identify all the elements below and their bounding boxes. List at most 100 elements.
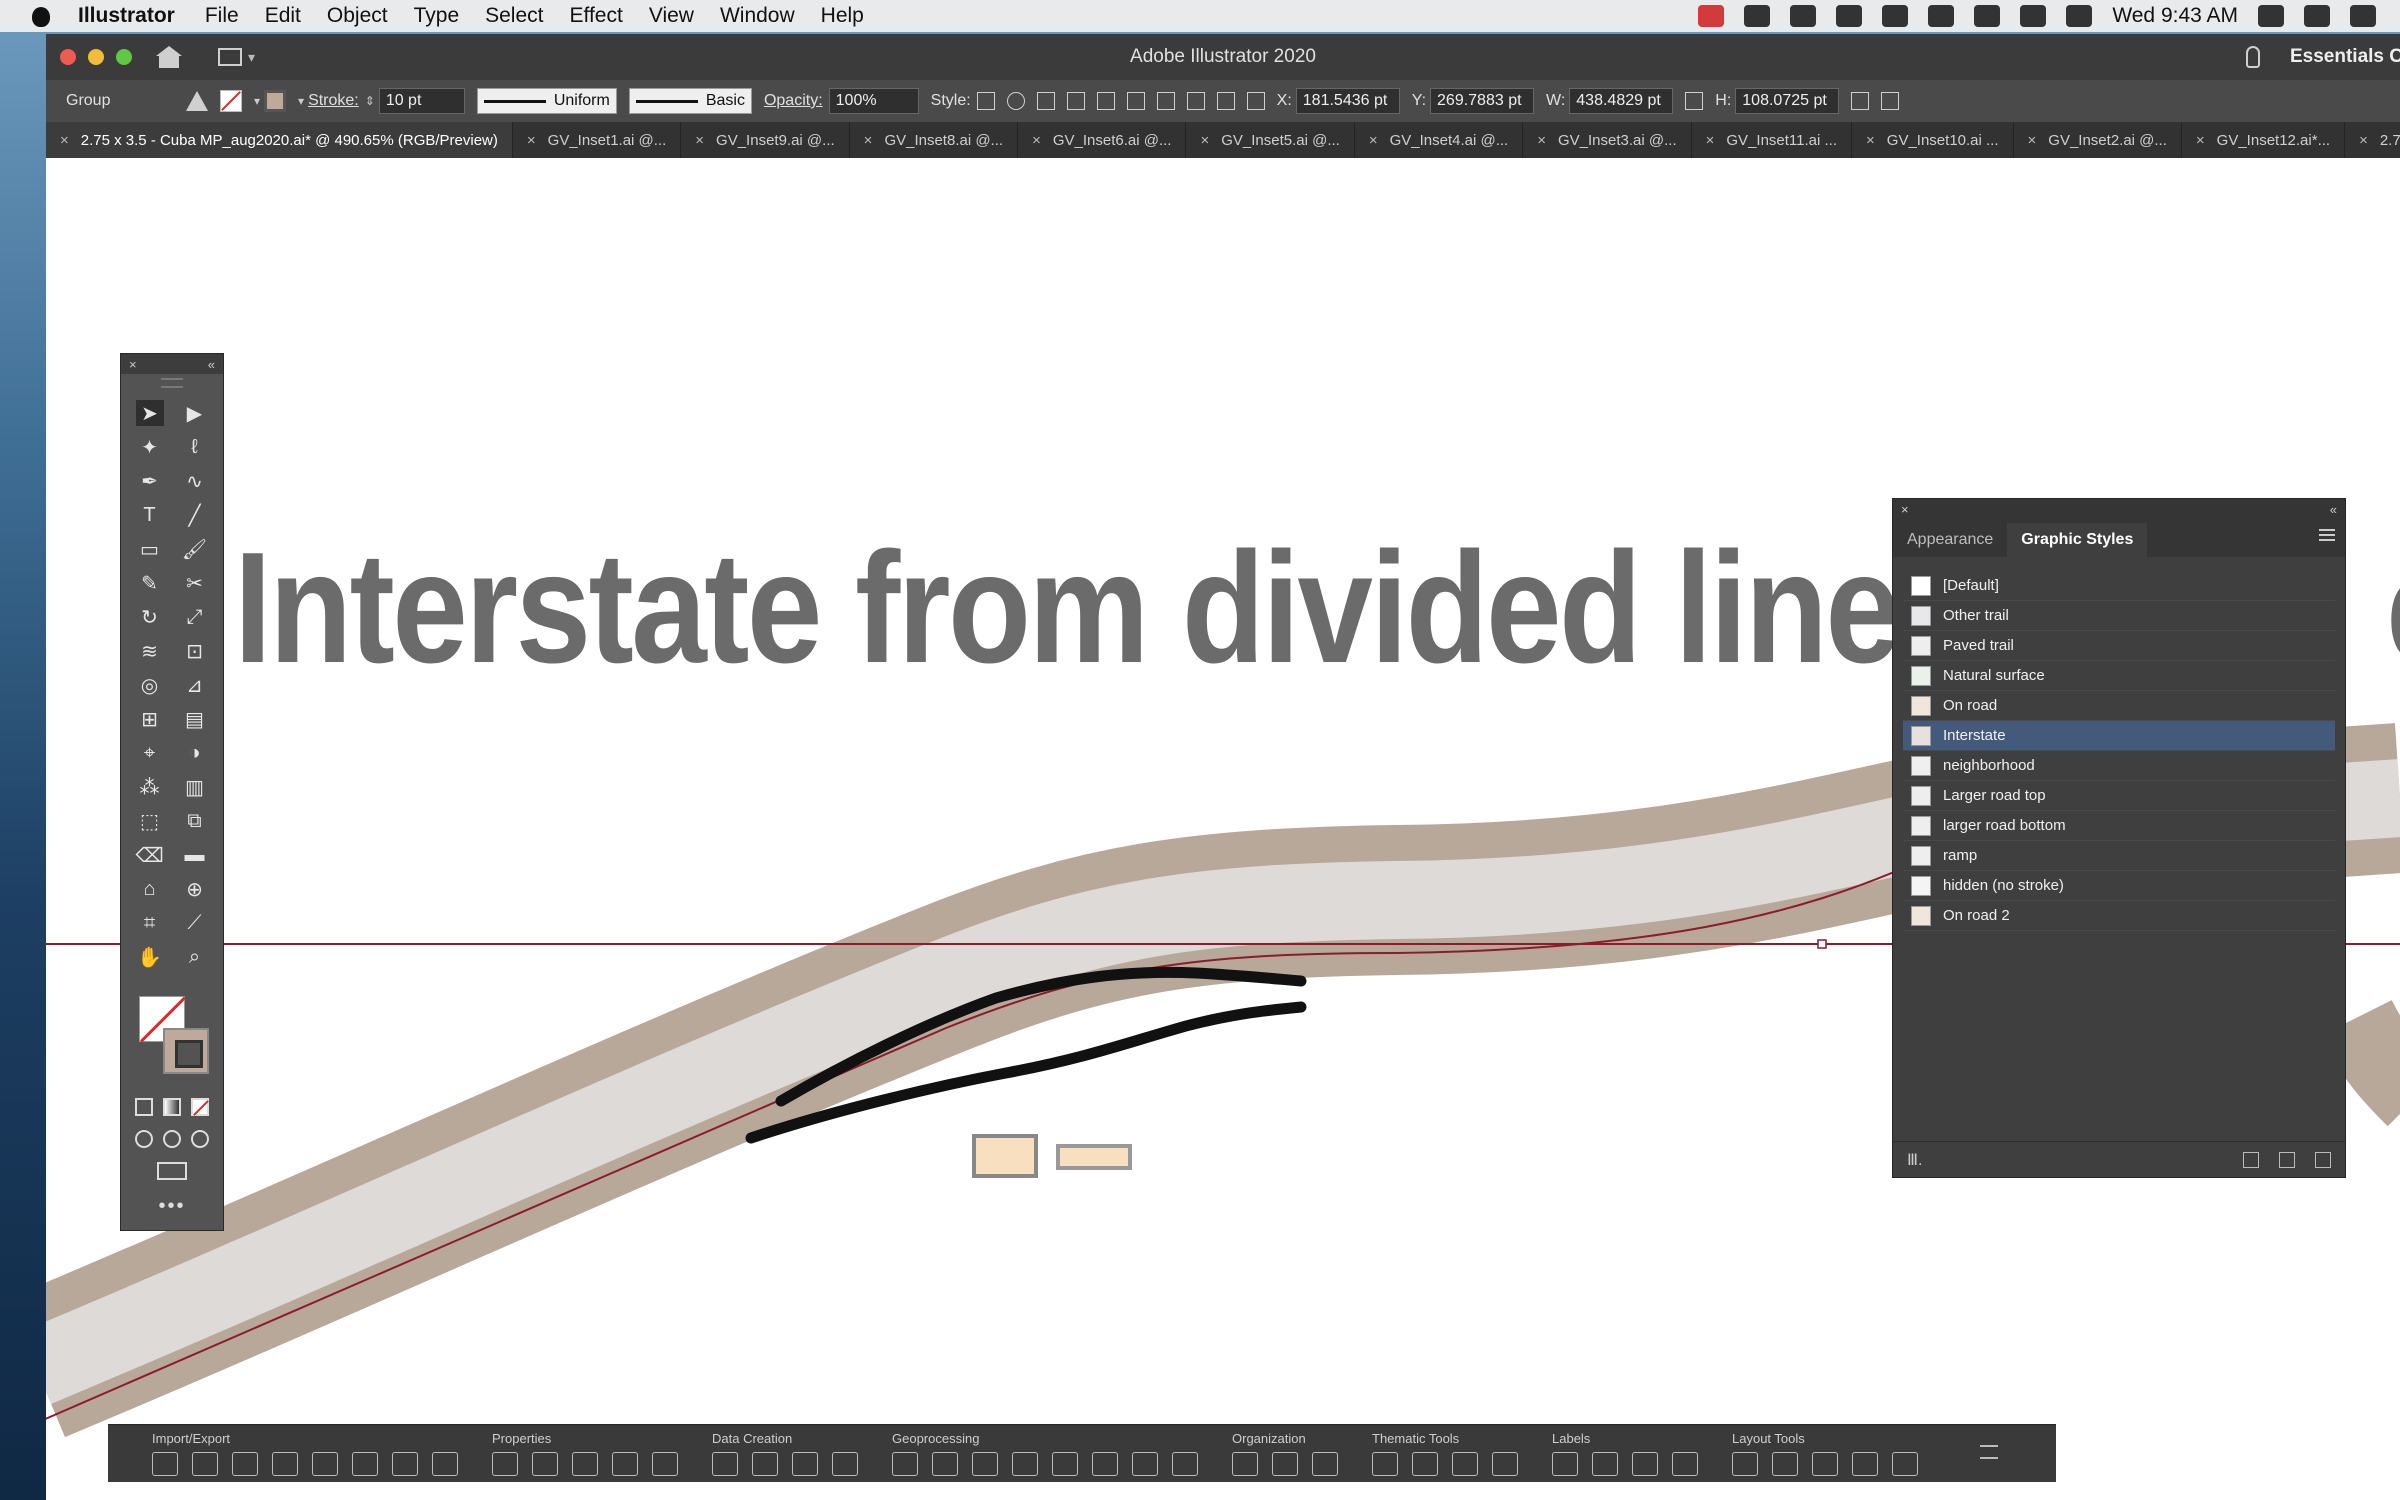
stroke-weight-field[interactable]: 10 pt (378, 88, 465, 114)
plugin-tool-icon[interactable] (1632, 1452, 1658, 1476)
gradient-mode-icon[interactable] (163, 1098, 181, 1116)
close-window-button[interactable] (60, 49, 76, 65)
color-mode-icon[interactable] (135, 1098, 153, 1116)
none-mode-icon[interactable] (191, 1098, 209, 1116)
home-icon[interactable] (156, 46, 182, 68)
plugin-tool-icon[interactable] (1492, 1452, 1518, 1476)
close-tab-icon[interactable]: × (527, 132, 536, 149)
creative-cloud-icon[interactable] (1744, 5, 1771, 27)
transform-icon[interactable] (1851, 92, 1870, 110)
toolbar-menu-icon[interactable] (1980, 1445, 1998, 1459)
graphic-style-row[interactable]: hidden (no stroke) (1903, 871, 2335, 901)
apple-icon[interactable] (28, 5, 56, 27)
document-tab[interactable]: × GV_Inset10.ai ... (1852, 122, 2014, 158)
graphic-style-row[interactable]: Other trail (1903, 601, 2335, 631)
close-tab-icon[interactable]: × (2196, 132, 2205, 149)
menu-clock[interactable]: Wed 9:43 AM (2112, 4, 2238, 28)
paintbrush-tool-icon[interactable]: 🖌 (181, 536, 209, 562)
close-tab-icon[interactable]: × (1866, 132, 1875, 149)
map-label-tool-icon[interactable]: ⌂ (136, 876, 164, 902)
graphic-style-row[interactable]: ramp (1903, 841, 2335, 871)
dropbox-icon[interactable] (1790, 5, 1817, 27)
workspace-switcher[interactable]: Essentials C (2290, 46, 2400, 68)
stroke-swatch[interactable] (264, 90, 287, 112)
plugin-tool-icon[interactable] (1132, 1452, 1158, 1476)
panel-grip[interactable] (161, 378, 183, 388)
map-point-tool-icon[interactable]: ⊕ (181, 876, 209, 902)
warp-tool-icon[interactable]: ≋ (136, 638, 164, 664)
w-field[interactable]: 438.4829 pt (1569, 88, 1674, 114)
knife-tool-icon[interactable]: ⟋ (181, 910, 209, 936)
menu-app-name[interactable]: Illustrator (78, 4, 175, 28)
siri-icon[interactable] (2304, 5, 2330, 27)
symbol-sprayer-tool-icon[interactable]: ⁂ (136, 774, 164, 800)
mesh-tool-icon[interactable]: ⊞ (136, 706, 164, 732)
plugin-tool-icon[interactable] (1852, 1452, 1878, 1476)
plugin-tool-icon[interactable] (1372, 1452, 1398, 1476)
draw-normal-icon[interactable] (135, 1130, 153, 1148)
close-panel-icon[interactable]: × (1901, 502, 1909, 517)
document-tab[interactable]: × 2.75 (2345, 122, 2400, 158)
plugin-tool-icon[interactable] (232, 1452, 258, 1476)
close-tab-icon[interactable]: × (1369, 132, 1378, 149)
menu-select[interactable]: Select (485, 4, 543, 28)
document-tab[interactable]: × GV_Inset11.ai ... (1692, 122, 1853, 158)
align-left-icon[interactable] (1066, 92, 1085, 110)
reference-point-icon[interactable] (1246, 92, 1265, 110)
align-center-icon[interactable] (1096, 92, 1115, 110)
plugin-tool-icon[interactable] (492, 1452, 518, 1476)
column-graph-tool-icon[interactable]: ▥ (181, 774, 209, 800)
menu-file[interactable]: File (205, 4, 239, 28)
graphic-style-row[interactable]: [Default] (1903, 571, 2335, 601)
chevron-down-icon[interactable]: ▾ (254, 94, 260, 108)
opacity-label[interactable]: Opacity: (764, 92, 823, 110)
chevron-down-icon[interactable]: ▾ (298, 94, 304, 108)
rotate-tool-icon[interactable]: ↻ (136, 604, 164, 630)
warning-icon[interactable] (186, 91, 208, 111)
hand-tool-icon[interactable]: ✋ (136, 944, 164, 970)
document-tab[interactable]: × GV_Inset3.ai @... (1523, 122, 1692, 158)
menu-window[interactable]: Window (720, 4, 795, 28)
plugin-tool-icon[interactable] (1812, 1452, 1838, 1476)
plugin-tool-icon[interactable] (652, 1452, 678, 1476)
plugin-tool-icon[interactable] (712, 1452, 738, 1476)
plugin-tool-icon[interactable] (1592, 1452, 1618, 1476)
curvature-tool-icon[interactable]: ∿ (181, 468, 209, 494)
document-tab[interactable]: × GV_Inset5.ai @... (1186, 122, 1355, 158)
plugin-tool-icon[interactable] (792, 1452, 818, 1476)
close-tab-icon[interactable]: × (60, 132, 69, 149)
plugin-tool-icon[interactable] (272, 1452, 298, 1476)
plugin-tool-icon[interactable] (1412, 1452, 1438, 1476)
close-tab-icon[interactable]: × (1537, 132, 1546, 149)
plugin-tool-icon[interactable] (932, 1452, 958, 1476)
document-tab[interactable]: × GV_Inset6.ai @... (1018, 122, 1187, 158)
close-tab-icon[interactable]: × (1200, 132, 1209, 149)
close-tab-icon[interactable]: × (2359, 132, 2368, 149)
plugin-tool-icon[interactable] (1452, 1452, 1478, 1476)
plugin-tool-icon[interactable] (1232, 1452, 1258, 1476)
shape-builder-tool-icon[interactable]: ◎ (136, 672, 164, 698)
plugin-tool-icon[interactable] (1732, 1452, 1758, 1476)
close-tab-icon[interactable]: × (1032, 132, 1041, 149)
rectangle-tool-icon[interactable]: ▭ (136, 536, 164, 562)
panel-menu-icon[interactable] (2319, 529, 2335, 541)
brush-definition[interactable]: Basic (628, 88, 752, 114)
plugin-tool-icon[interactable] (192, 1452, 218, 1476)
minimize-window-button[interactable] (88, 49, 104, 65)
collapse-panel-icon[interactable]: « (2330, 502, 2337, 517)
plugin-tool-icon[interactable] (572, 1452, 598, 1476)
zoom-tool-icon[interactable]: ⌕ (181, 944, 209, 970)
plugin-tool-icon[interactable] (1172, 1452, 1198, 1476)
align-to-icon[interactable] (1036, 92, 1055, 110)
plugin-tool-icon[interactable] (612, 1452, 638, 1476)
align-bottom-icon[interactable] (1216, 92, 1235, 110)
cloud-icon[interactable] (1882, 5, 1909, 27)
menu-edit[interactable]: Edit (265, 4, 301, 28)
tab-appearance[interactable]: Appearance (1893, 523, 2007, 557)
line-tool-icon[interactable]: ╱ (181, 502, 209, 528)
notification-center-icon[interactable] (2350, 5, 2376, 27)
h-field[interactable]: 108.0725 pt (1735, 88, 1840, 114)
document-tab[interactable]: × GV_Inset4.ai @... (1355, 122, 1524, 158)
graphic-style-row[interactable]: neighborhood (1903, 751, 2335, 781)
close-tab-icon[interactable]: × (1706, 132, 1715, 149)
